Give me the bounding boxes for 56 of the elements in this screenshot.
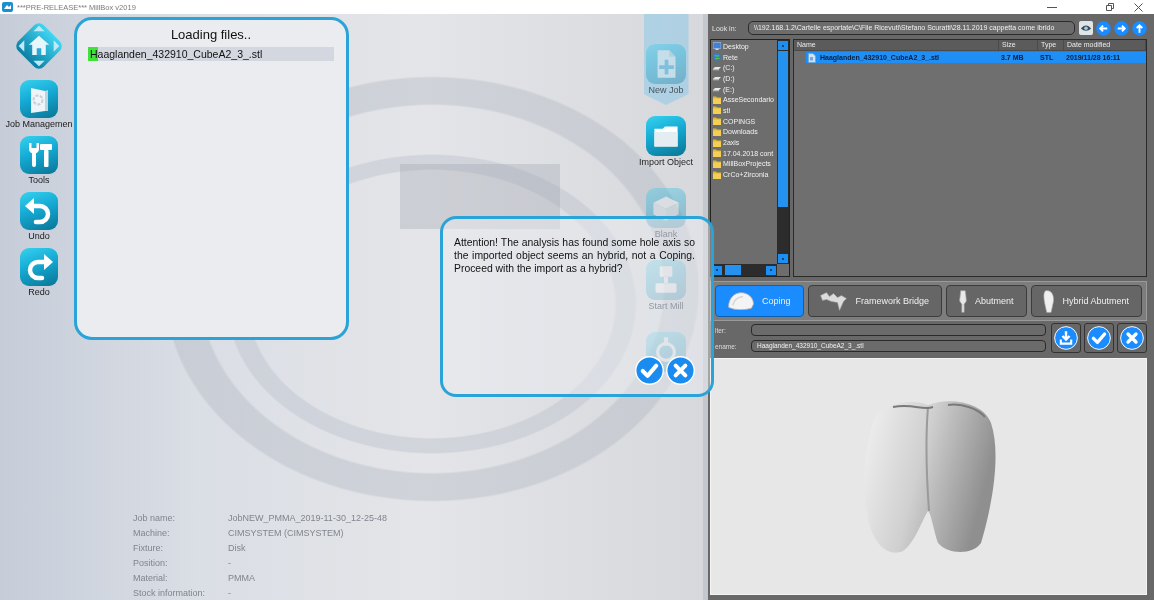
confirm-button[interactable]	[1084, 323, 1114, 353]
download-button[interactable]	[1051, 323, 1081, 353]
info-label: Material:	[133, 572, 169, 583]
object-type-button[interactable]: Coping	[715, 285, 804, 317]
close-icon[interactable]	[1134, 2, 1143, 12]
cancel-button[interactable]	[1117, 323, 1147, 353]
info-label: Position:	[133, 557, 169, 568]
tools-icon	[20, 136, 58, 174]
drive-icon	[713, 85, 721, 94]
object-type-button[interactable]: Hybrid Abutment	[1030, 285, 1142, 317]
file-icon	[808, 52, 816, 63]
check-icon	[1087, 326, 1111, 350]
toolbar-button[interactable]: Job Managemen	[5, 80, 73, 130]
info-value: CIMSYSTEM (CIMSYSTEM)	[228, 527, 345, 538]
check-icon[interactable]	[635, 356, 664, 385]
folder-icon	[713, 138, 721, 147]
undo-icon	[20, 192, 58, 230]
object-type-button[interactable]: Abutment	[946, 285, 1027, 317]
close-icon	[1120, 326, 1144, 350]
coping-icon	[728, 292, 754, 310]
info-label: Job name:	[133, 512, 177, 523]
folder-icon	[713, 106, 721, 115]
toolbar-button[interactable]: Tools	[20, 136, 58, 186]
globe-icon	[713, 53, 721, 62]
info-label: Fixture:	[133, 542, 164, 553]
info-value: PMMA	[228, 572, 256, 583]
dialog-title: Loading files..	[169, 26, 253, 44]
info-value: JobNEW_PMMA_2019-11-30_12-25-48	[228, 512, 388, 523]
info-label: Stock information:	[133, 587, 207, 598]
toolbar-button[interactable]: Redo	[20, 248, 58, 298]
vertical-scrollbar[interactable]	[777, 40, 789, 264]
folder-icon	[713, 170, 721, 179]
workflow-button[interactable]: Import Object	[639, 116, 693, 168]
minimize-icon[interactable]	[1047, 6, 1057, 8]
toolbar-button[interactable]: Undo	[20, 192, 58, 242]
folder-icon	[646, 116, 686, 156]
drive-icon	[713, 74, 721, 83]
info-value: -	[228, 587, 232, 598]
restore-icon[interactable]	[1106, 3, 1114, 11]
input-field[interactable]	[751, 324, 1046, 336]
abutment-icon	[959, 289, 967, 313]
door-icon	[20, 80, 58, 118]
download-icon	[1054, 326, 1078, 350]
new-document-icon	[646, 44, 686, 84]
eye-icon[interactable]	[1079, 21, 1093, 35]
monitor-icon	[713, 42, 721, 51]
folder-icon	[713, 95, 721, 104]
info-value: -	[228, 557, 232, 568]
info-value: Disk	[228, 542, 247, 553]
hybrid-abutment-icon	[1043, 289, 1055, 313]
up-arrow-icon[interactable]	[1132, 20, 1147, 36]
object-type-button[interactable]: Framework Bridge	[807, 285, 942, 317]
info-label: Machine:	[133, 527, 171, 538]
bridge-icon	[820, 291, 848, 311]
horizontal-scrollbar[interactable]	[711, 264, 777, 276]
redo-icon	[20, 248, 58, 286]
